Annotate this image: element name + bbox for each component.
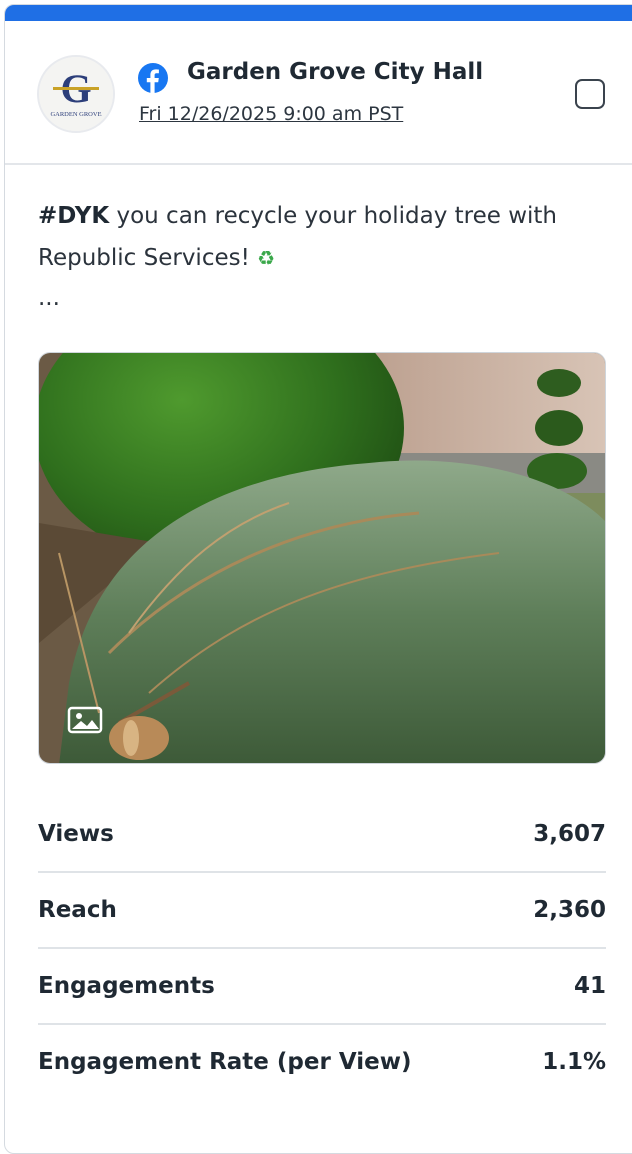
select-checkbox[interactable] <box>575 79 605 109</box>
stat-label: Engagement Rate (per View) <box>38 1049 412 1075</box>
christmas-tree-photo <box>39 353 605 763</box>
stat-label: Reach <box>38 897 117 923</box>
stat-row-views: Views 3,607 <box>38 795 606 873</box>
svg-text:GARDEN GROVE: GARDEN GROVE <box>50 111 101 118</box>
stat-label: Engagements <box>38 973 215 999</box>
stat-value: 2,360 <box>533 897 606 923</box>
recycle-emoji-icon: ♻ <box>257 246 276 270</box>
see-more-ellipsis[interactable]: ... <box>38 285 60 311</box>
stat-value: 1.1% <box>542 1049 606 1075</box>
stat-row-engagements: Engagements 41 <box>38 949 606 1025</box>
post-header: G GARDEN GROVE Garden Grove City Hall Fr… <box>5 21 632 165</box>
post-card[interactable]: G GARDEN GROVE Garden Grove City Hall Fr… <box>4 4 632 1154</box>
stat-row-engagement-rate: Engagement Rate (per View) 1.1% <box>38 1025 606 1099</box>
post-body-text: you can recycle your holiday tree with R… <box>38 203 557 271</box>
post-image[interactable] <box>38 352 606 764</box>
stat-value: 41 <box>573 973 606 999</box>
card-accent-bar <box>5 5 632 21</box>
image-icon <box>67 706 103 734</box>
stat-label: Views <box>38 821 114 847</box>
stat-value: 3,607 <box>533 821 606 847</box>
stat-row-reach: Reach 2,360 <box>38 873 606 949</box>
garden-grove-logo: G GARDEN GROVE <box>39 57 113 131</box>
post-text: #DYK you can recycle your holiday tree w… <box>38 195 598 279</box>
page-name[interactable]: Garden Grove City Hall <box>187 59 483 85</box>
post-stats-table: Views 3,607 Reach 2,360 Engagements 41 E… <box>38 795 606 1099</box>
facebook-icon <box>138 63 168 93</box>
avatar[interactable]: G GARDEN GROVE <box>37 55 115 133</box>
post-date-link[interactable]: Fri 12/26/2025 9:00 am PST <box>139 103 403 125</box>
post-hashtag[interactable]: #DYK <box>38 203 109 229</box>
